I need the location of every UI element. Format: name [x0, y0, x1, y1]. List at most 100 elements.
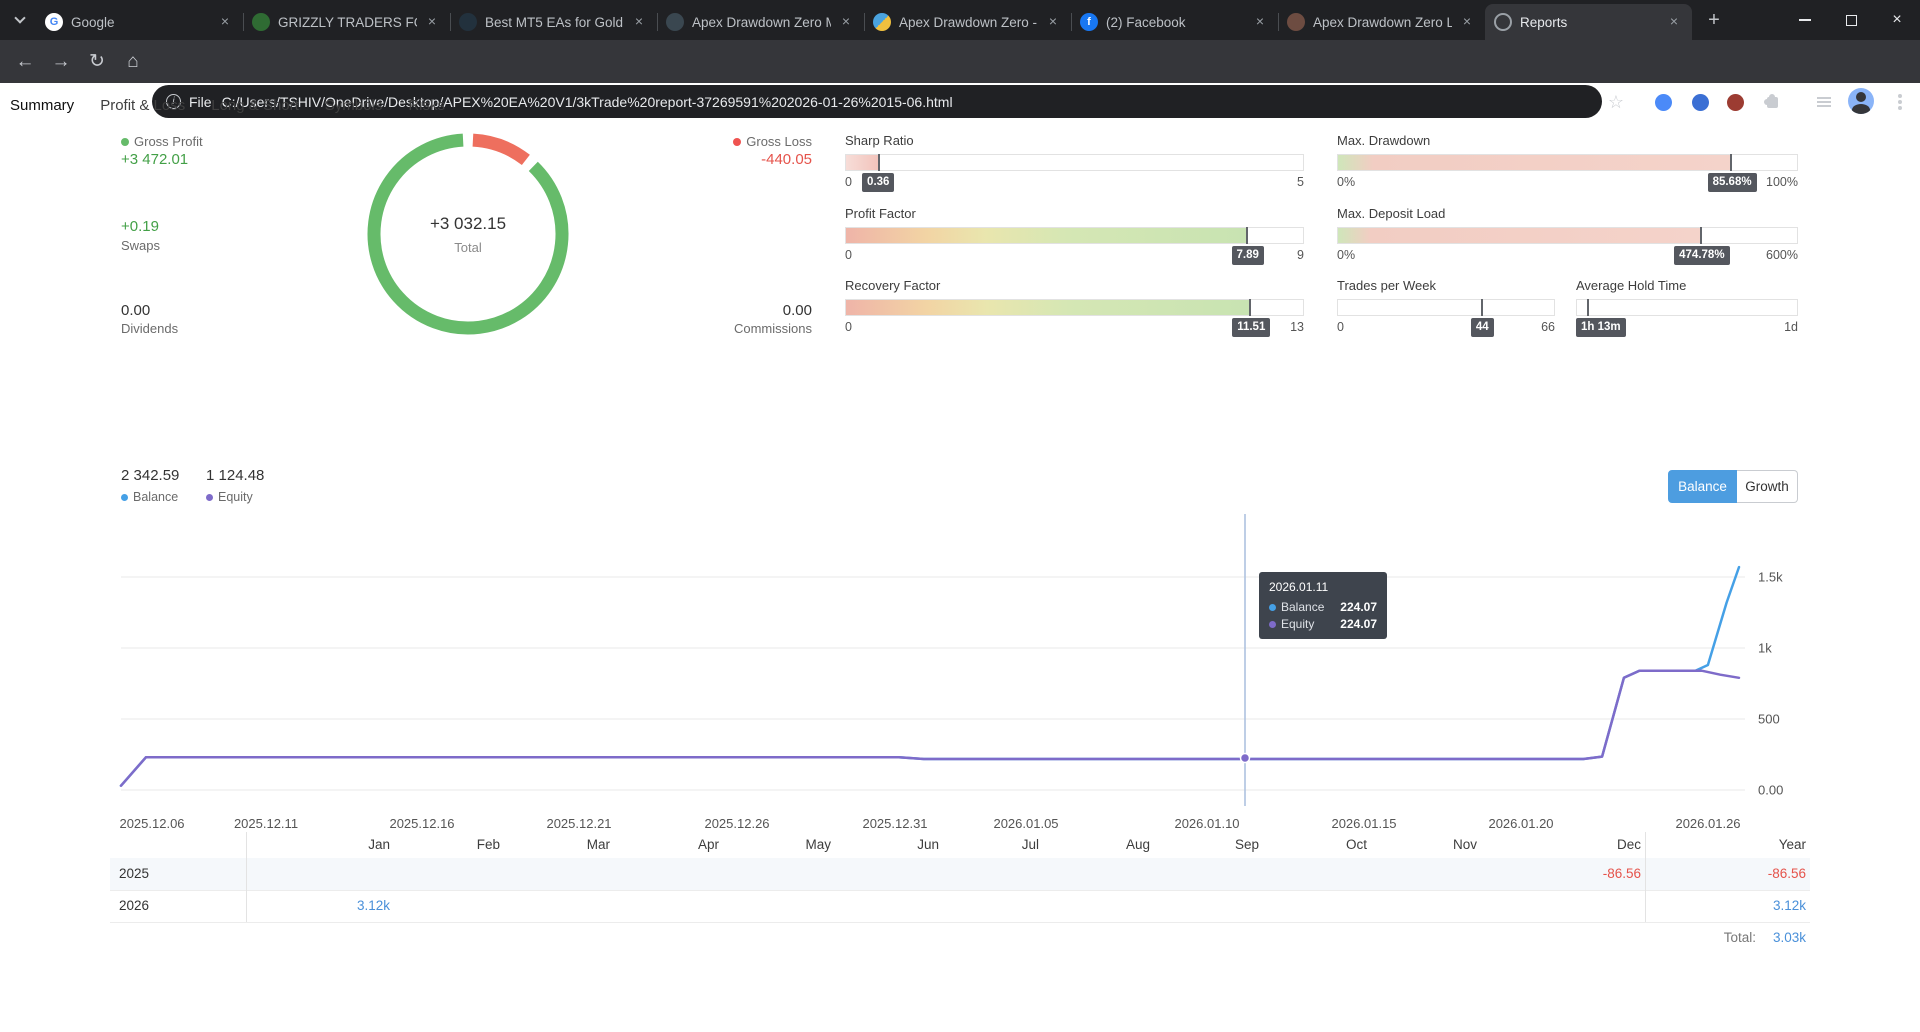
browser-menu-button[interactable] — [1890, 92, 1910, 112]
gauge-marker — [1587, 299, 1589, 316]
tab-title: Google — [71, 15, 210, 30]
gauge-label: Average Hold Time — [1576, 278, 1798, 296]
month-header: Oct — [1277, 832, 1367, 858]
home-button[interactable]: ⌂ — [116, 40, 150, 83]
window-minimize-button[interactable] — [1782, 0, 1828, 40]
tab-long-short[interactable]: Long & Short — [211, 97, 299, 114]
gross-loss-value: -440.05 — [652, 151, 812, 168]
balance-legend: Balance — [121, 490, 178, 504]
blue-extension-icon — [1692, 94, 1709, 111]
gauge-bar — [1576, 299, 1798, 316]
blue-extension-icon — [1655, 94, 1672, 111]
tooltip-date: 2026.01.11 — [1269, 580, 1377, 594]
new-tab-button[interactable]: + — [1700, 6, 1728, 34]
gauge-value-badge: 44 — [1471, 318, 1494, 337]
gauge-bar — [1337, 154, 1798, 171]
month-header: Nov — [1387, 832, 1477, 858]
close-tab-icon[interactable]: × — [216, 13, 234, 31]
profit-loss-donut-chart: +3 032.15 Total — [358, 124, 578, 344]
mql5-favicon-icon — [873, 13, 891, 31]
facebook-favicon-icon — [1080, 13, 1098, 31]
browser-tab-apex-m[interactable]: Apex Drawdown Zero - M × — [864, 4, 1071, 40]
y-tick: 0.00 — [1758, 783, 1783, 798]
gauge-value-badge: 0.36 — [862, 173, 894, 192]
swaps-value: +0.19 — [121, 218, 159, 235]
tab-summary[interactable]: Summary — [10, 97, 74, 114]
x-tick: 2025.12.21 — [546, 816, 611, 831]
year-header: Year — [1716, 832, 1806, 858]
y-tick: 1.5k — [1758, 570, 1783, 585]
puzzle-icon — [1767, 97, 1778, 108]
y-tick: 500 — [1758, 712, 1780, 727]
balance-chart-region[interactable] — [110, 510, 1770, 810]
gauge-label: Max. Drawdown — [1337, 133, 1798, 151]
close-tab-icon[interactable]: × — [630, 13, 648, 31]
close-tab-icon[interactable]: × — [1665, 13, 1683, 31]
tab-profit-loss[interactable]: Profit & Loss — [100, 97, 185, 114]
red-dot-icon — [733, 138, 741, 146]
profile-avatar[interactable] — [1848, 88, 1874, 114]
dividends-label: Dividends — [121, 321, 178, 336]
browser-tab-best-mt5[interactable]: Best MT5 EAs for Gold Tra × — [450, 4, 657, 40]
x-tick: 2026.01.15 — [1331, 816, 1396, 831]
browser-tab-apex-mt[interactable]: Apex Drawdown Zero MT × — [657, 4, 864, 40]
row-year-2025: 2025 — [119, 858, 149, 890]
total-value: +3 032.15 — [430, 214, 506, 234]
tab-title: Reports — [1520, 15, 1659, 30]
total-value: 3.03k — [1716, 922, 1806, 954]
gauge-sharp-ratio: Sharp Ratio 050.36 — [845, 133, 1304, 192]
gauge-label: Profit Factor — [845, 206, 1304, 224]
close-tab-icon[interactable]: × — [1251, 13, 1269, 31]
gauge-trades-per-week: Trades per Week 06644 — [1337, 278, 1555, 337]
gross-profit-label: Gross Profit — [121, 134, 203, 149]
cell-2026-jan: 3.12k — [300, 890, 390, 922]
extensions-button[interactable] — [1762, 92, 1782, 112]
tab-title: Apex Drawdown Zero MT — [692, 15, 831, 30]
growth-toggle-button[interactable]: Growth — [1737, 470, 1798, 503]
browser-tab-google[interactable]: Google × — [36, 4, 243, 40]
gauge-bar — [845, 154, 1304, 171]
close-tab-icon[interactable]: × — [837, 13, 855, 31]
x-tick: 2026.01.10 — [1174, 816, 1239, 831]
tab-title: Apex Drawdown Zero - M — [899, 15, 1038, 30]
extension-icon-3[interactable] — [1725, 92, 1745, 112]
tooltip-equity-label: Equity — [1269, 617, 1314, 631]
gauge-bar — [845, 227, 1304, 244]
extension-icon-2[interactable] — [1690, 92, 1710, 112]
window-close-button[interactable]: × — [1874, 0, 1920, 40]
browser-tab-reports[interactable]: Reports × — [1485, 4, 1692, 40]
tab-symbols[interactable]: Symbols — [325, 97, 383, 114]
total-label: Total — [454, 240, 481, 255]
close-tab-icon[interactable]: × — [1458, 13, 1476, 31]
tab-title: Best MT5 EAs for Gold Tra — [485, 15, 624, 30]
tab-risks[interactable]: Risks — [408, 97, 445, 114]
reload-button[interactable]: ↻ — [80, 40, 114, 83]
gauge-max-deposit-load: Max. Deposit Load 0%600%474.78% — [1337, 206, 1798, 265]
x-tick: 2025.12.26 — [704, 816, 769, 831]
browser-tab-grizzly[interactable]: GRIZZLY TRADERS FOREX × — [243, 4, 450, 40]
close-tab-icon[interactable]: × — [1044, 13, 1062, 31]
balance-toggle-button[interactable]: Balance — [1668, 470, 1737, 503]
month-header: Feb — [410, 832, 500, 858]
forward-button[interactable]: → — [44, 40, 78, 83]
reading-list-button[interactable] — [1814, 92, 1834, 112]
gauge-bar — [1337, 299, 1555, 316]
gauge-value-badge: 7.89 — [1232, 246, 1264, 265]
x-tick: 2025.12.06 — [119, 816, 184, 831]
list-icon — [1817, 97, 1831, 107]
reports-favicon-icon — [1494, 13, 1512, 31]
bookmark-star-icon[interactable]: ☆ — [1606, 92, 1626, 112]
tab-search-button[interactable] — [10, 12, 30, 28]
extension-icon-1[interactable] — [1653, 92, 1673, 112]
browser-tab-apex-live[interactable]: Apex Drawdown Zero LIV × — [1278, 4, 1485, 40]
equity-amount: 1 124.48 — [206, 467, 264, 484]
chevron-down-icon — [14, 12, 25, 23]
browser-tab-facebook[interactable]: (2) Facebook × — [1071, 4, 1278, 40]
window-maximize-button[interactable] — [1828, 0, 1874, 40]
back-button[interactable]: ← — [8, 40, 42, 83]
x-tick: 2026.01.26 — [1675, 816, 1740, 831]
balance-amount: 2 342.59 — [121, 467, 179, 484]
three-dots-icon — [1898, 100, 1902, 104]
gauge-marker — [1249, 299, 1251, 316]
close-tab-icon[interactable]: × — [423, 13, 441, 31]
